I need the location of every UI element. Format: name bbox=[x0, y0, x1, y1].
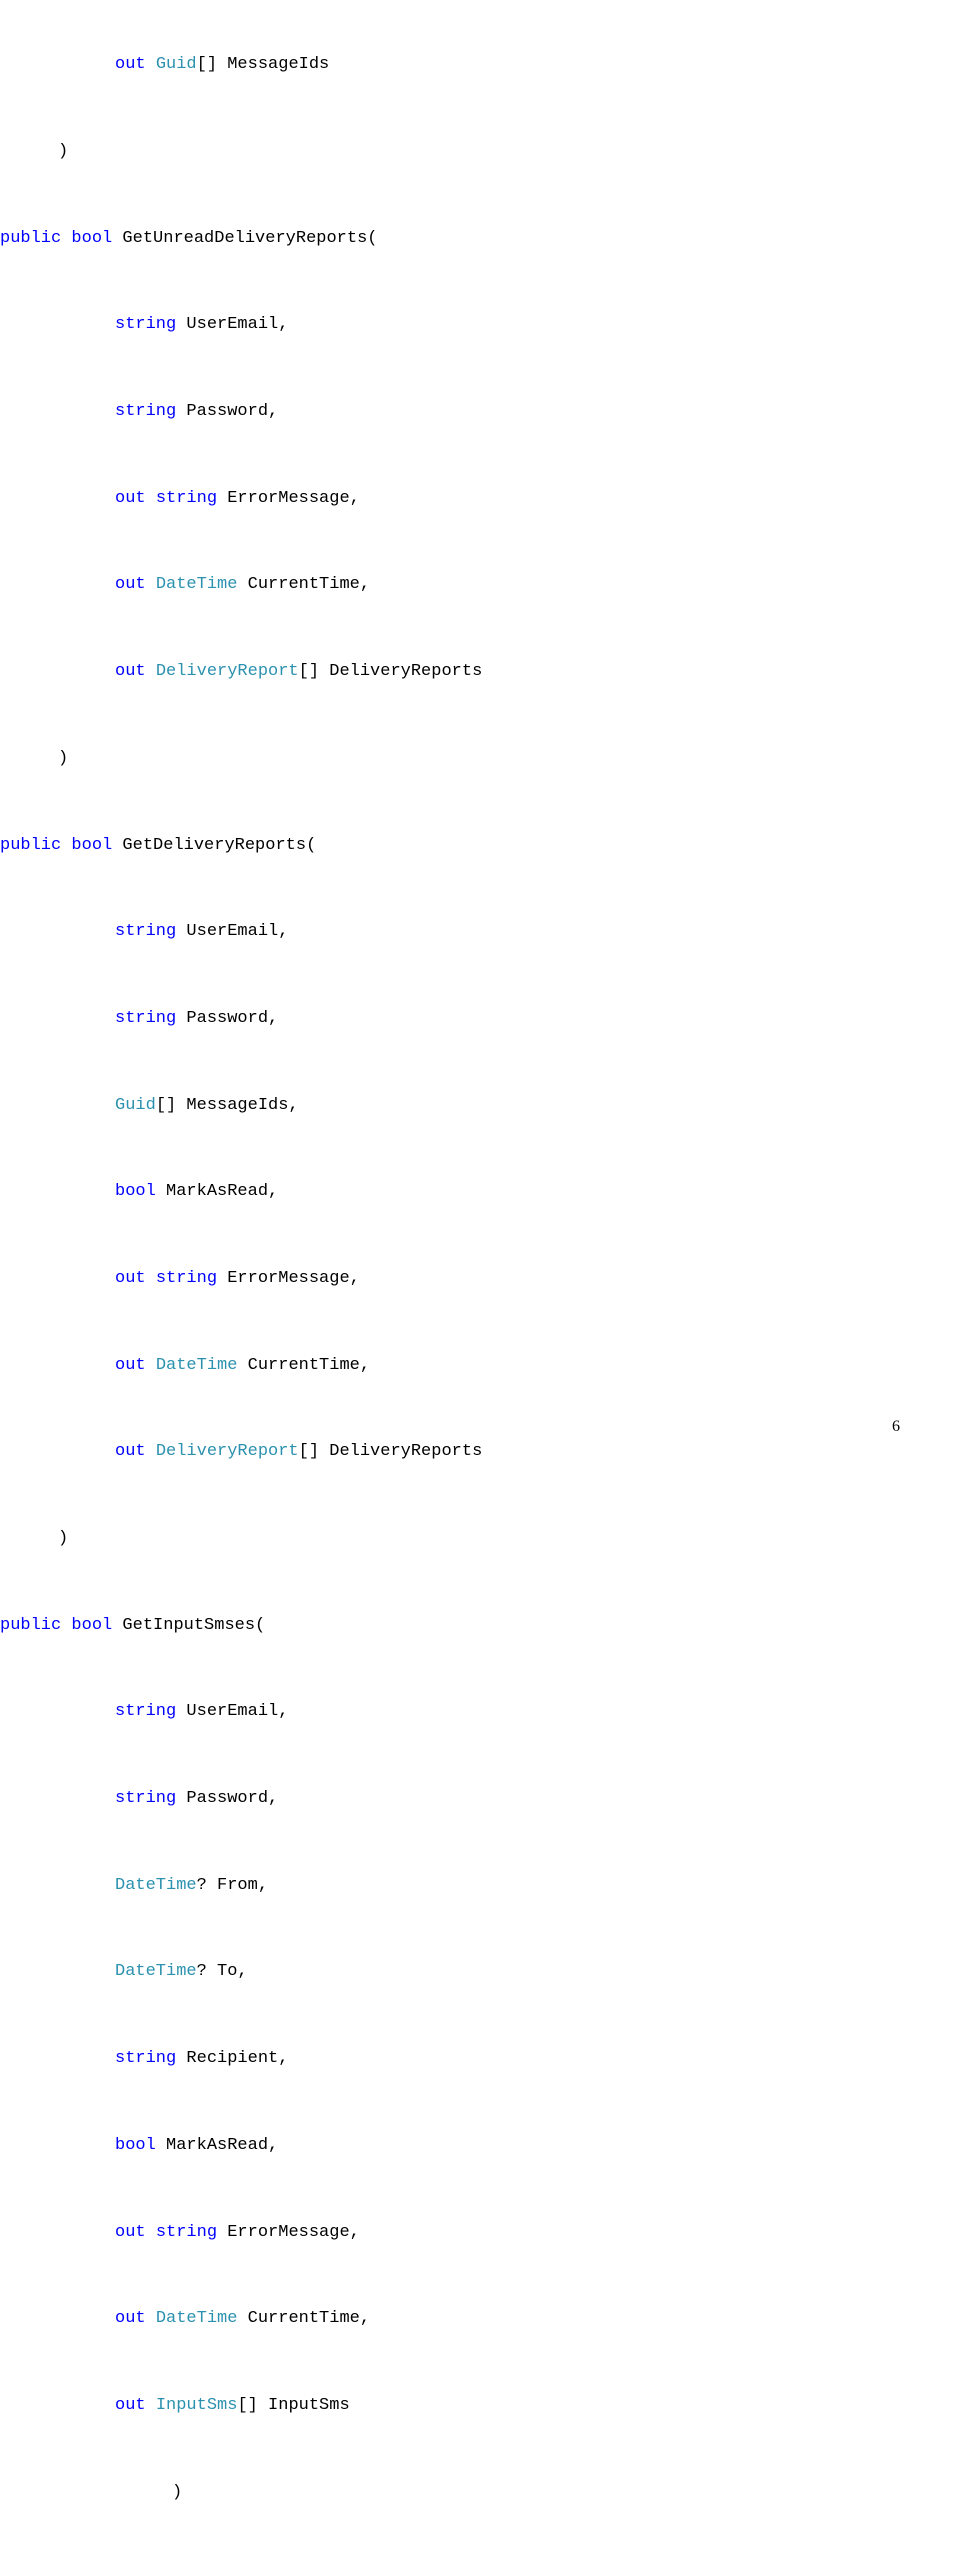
identifier: ? To, bbox=[197, 1962, 248, 1981]
identifier: MarkAsRead, bbox=[156, 2136, 278, 2155]
code-line: string Password, bbox=[0, 1777, 960, 1820]
keyword-out: out bbox=[115, 575, 146, 594]
identifier: CurrentTime, bbox=[237, 2309, 370, 2328]
code-line: DateTime? To, bbox=[0, 1950, 960, 1993]
identifier: MarkAsRead, bbox=[156, 1182, 278, 1201]
identifier: CurrentTime, bbox=[237, 575, 370, 594]
type-datetime: DateTime bbox=[156, 2309, 238, 2328]
code-line: out string ErrorMessage, bbox=[0, 1257, 960, 1300]
code-line: string Recipient, bbox=[0, 2037, 960, 2080]
code-line: string Password, bbox=[0, 997, 960, 1040]
keyword-out: out bbox=[115, 2309, 146, 2328]
keyword-out: out bbox=[115, 489, 146, 508]
paren-close: ) bbox=[58, 749, 68, 768]
keyword-bool: bool bbox=[115, 2136, 156, 2155]
identifier: ErrorMessage, bbox=[217, 1269, 360, 1288]
code-line: out DateTime CurrentTime, bbox=[0, 1344, 960, 1387]
code-line: ) bbox=[0, 1517, 960, 1560]
keyword-string: string bbox=[115, 315, 176, 334]
document-page: out Guid[] MessageIds ) public bool GetU… bbox=[0, 0, 960, 1470]
identifier: ? From, bbox=[197, 1876, 268, 1895]
type-datetime: DateTime bbox=[115, 1876, 197, 1895]
identifier: [] InputSms bbox=[237, 2396, 349, 2415]
keyword-bool: bool bbox=[71, 836, 112, 855]
keyword-string: string bbox=[156, 489, 217, 508]
keyword-bool: bool bbox=[115, 1182, 156, 1201]
code-line: out DateTime CurrentTime, bbox=[0, 563, 960, 606]
code-line: out DateTime CurrentTime, bbox=[0, 2297, 960, 2340]
keyword-public: public bbox=[0, 229, 61, 248]
keyword-out: out bbox=[115, 1442, 146, 1461]
keyword-public: public bbox=[0, 836, 61, 855]
keyword-string: string bbox=[115, 1702, 176, 1721]
code-line: string UserEmail, bbox=[0, 1690, 960, 1733]
identifier: UserEmail, bbox=[176, 315, 288, 334]
identifier: CurrentTime, bbox=[237, 1356, 370, 1375]
paren-close: ) bbox=[58, 1529, 68, 1548]
keyword-out: out bbox=[115, 2396, 146, 2415]
identifier: UserEmail, bbox=[176, 922, 288, 941]
code-block: out Guid[] MessageIds ) public bool GetU… bbox=[0, 0, 960, 2557]
code-line: public bool GetInputSmses( bbox=[0, 1604, 960, 1647]
identifier: Password, bbox=[176, 1009, 278, 1028]
code-line: ) bbox=[0, 2471, 960, 2514]
identifier: Password, bbox=[176, 1789, 278, 1808]
code-line: string UserEmail, bbox=[0, 303, 960, 346]
code-line: public bool GetDeliveryReports( bbox=[0, 824, 960, 867]
keyword-string: string bbox=[115, 2049, 176, 2068]
keyword-bool: bool bbox=[71, 1616, 112, 1635]
identifier: Password, bbox=[176, 402, 278, 421]
code-line: out DeliveryReport[] DeliveryReports bbox=[0, 650, 960, 693]
identifier: ErrorMessage, bbox=[217, 2223, 360, 2242]
identifier: Recipient, bbox=[176, 2049, 288, 2068]
identifier: [] DeliveryReports bbox=[299, 662, 483, 681]
code-line: ) bbox=[0, 130, 960, 173]
code-line: out DeliveryReport[] DeliveryReports bbox=[0, 1430, 960, 1473]
keyword-out: out bbox=[115, 662, 146, 681]
code-line: bool MarkAsRead, bbox=[0, 1170, 960, 1213]
code-line: out string ErrorMessage, bbox=[0, 477, 960, 520]
keyword-string: string bbox=[115, 402, 176, 421]
keyword-public: public bbox=[0, 1616, 61, 1635]
identifier: UserEmail, bbox=[176, 1702, 288, 1721]
identifier: [] MessageIds bbox=[197, 55, 330, 74]
type-deliveryreport: DeliveryReport bbox=[156, 1442, 299, 1461]
identifier: ErrorMessage, bbox=[217, 489, 360, 508]
type-guid: Guid bbox=[156, 55, 197, 74]
keyword-string: string bbox=[156, 2223, 217, 2242]
identifier: [] MessageIds, bbox=[156, 1096, 299, 1115]
paren-close: ) bbox=[172, 2483, 182, 2502]
method-name: GetDeliveryReports( bbox=[112, 836, 316, 855]
keyword-out: out bbox=[115, 1269, 146, 1288]
code-line: string Password, bbox=[0, 390, 960, 433]
code-line: Guid[] MessageIds, bbox=[0, 1084, 960, 1127]
keyword-string: string bbox=[115, 1009, 176, 1028]
identifier: [] DeliveryReports bbox=[299, 1442, 483, 1461]
code-line: out Guid[] MessageIds bbox=[0, 43, 960, 86]
keyword-out: out bbox=[115, 2223, 146, 2242]
code-line: string UserEmail, bbox=[0, 910, 960, 953]
code-line: out InputSms[] InputSms bbox=[0, 2384, 960, 2427]
method-name: GetUnreadDeliveryReports( bbox=[112, 229, 377, 248]
type-datetime: DateTime bbox=[156, 575, 238, 594]
code-line: public bool GetUnreadDeliveryReports( bbox=[0, 217, 960, 260]
code-line: bool MarkAsRead, bbox=[0, 2124, 960, 2167]
method-name: GetInputSmses( bbox=[112, 1616, 265, 1635]
type-datetime: DateTime bbox=[115, 1962, 197, 1981]
code-line: ) bbox=[0, 737, 960, 780]
code-line: DateTime? From, bbox=[0, 1864, 960, 1907]
keyword-string: string bbox=[156, 1269, 217, 1288]
type-inputsms: InputSms bbox=[156, 2396, 238, 2415]
code-line: out string ErrorMessage, bbox=[0, 2211, 960, 2254]
paren-close: ) bbox=[58, 142, 68, 161]
keyword-out: out bbox=[115, 55, 146, 74]
type-deliveryreport: DeliveryReport bbox=[156, 662, 299, 681]
keyword-string: string bbox=[115, 922, 176, 941]
keyword-bool: bool bbox=[71, 229, 112, 248]
keyword-string: string bbox=[115, 1789, 176, 1808]
page-number: 6 bbox=[892, 1407, 900, 1448]
type-guid: Guid bbox=[115, 1096, 156, 1115]
type-datetime: DateTime bbox=[156, 1356, 238, 1375]
keyword-out: out bbox=[115, 1356, 146, 1375]
